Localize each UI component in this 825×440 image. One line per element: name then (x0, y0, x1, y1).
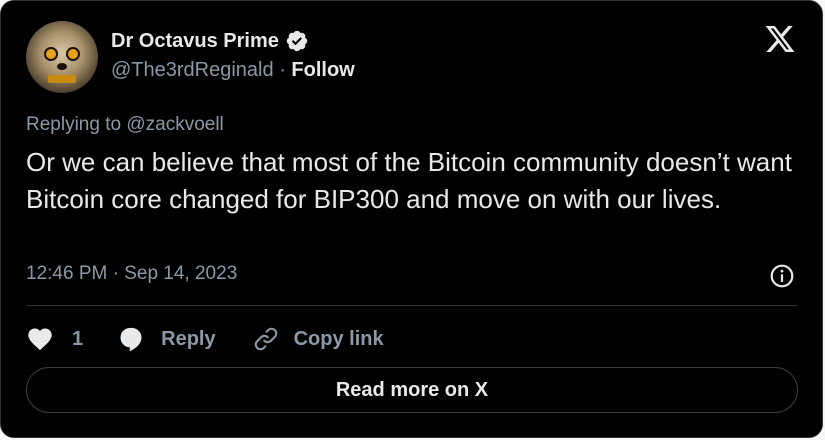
replying-to-line: Replying to @zackvoell (26, 114, 224, 136)
author-avatar[interactable] (26, 21, 98, 93)
reply-button[interactable]: Reply (117, 325, 251, 353)
divider (26, 305, 798, 306)
author-handle[interactable]: @The3rdReginald (111, 59, 274, 81)
link-icon (254, 327, 277, 351)
replying-to-mention[interactable]: @zackvoell (126, 114, 223, 135)
handle-separator: · (279, 59, 286, 81)
copy-link-button[interactable]: Copy link (252, 325, 384, 353)
x-logo-icon[interactable] (764, 23, 796, 55)
tweet-timestamp[interactable]: 12:46 PM · Sep 14, 2023 (26, 263, 237, 285)
tweet-card: Dr Octavus Prime @The3rdReginald · Follo… (0, 0, 823, 438)
avatar-eye-left (44, 47, 58, 61)
verified-badge-icon (286, 30, 308, 52)
action-bar: 1 Reply Copy link (26, 321, 384, 357)
avatar-mouth (48, 75, 76, 83)
author-name[interactable]: Dr Octavus Prime (111, 30, 279, 53)
avatar-nose (57, 63, 67, 70)
read-more-button[interactable]: Read more on X (26, 367, 798, 413)
like-count: 1 (72, 327, 84, 350)
author-handle-row: @The3rdReginald · Follow (111, 59, 355, 82)
like-button[interactable]: 1 (26, 325, 117, 353)
author-name-row: Dr Octavus Prime (111, 29, 309, 53)
replying-to-label: Replying to (26, 114, 122, 135)
reply-label: Reply (161, 327, 216, 350)
info-icon[interactable] (769, 263, 795, 289)
avatar-eye-right (66, 47, 80, 61)
copy-link-label: Copy link (293, 327, 384, 350)
speech-bubble-icon (120, 327, 142, 352)
heart-icon (28, 328, 52, 351)
follow-button[interactable]: Follow (291, 59, 354, 81)
tweet-text: Or we can believe that most of the Bitco… (26, 147, 792, 214)
